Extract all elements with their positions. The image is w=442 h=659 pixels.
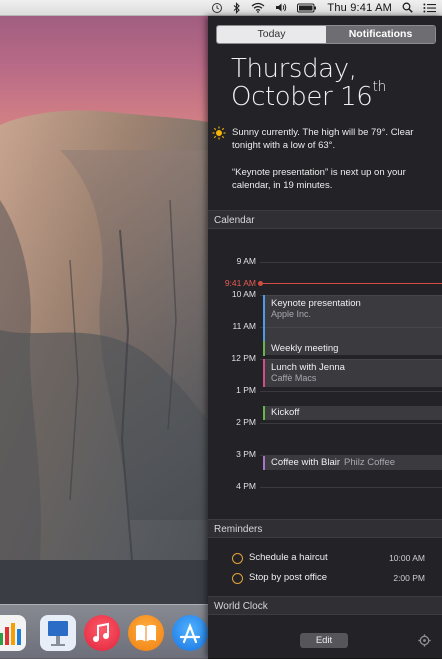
tab-today[interactable]: Today: [217, 26, 326, 43]
hour-line: [260, 262, 442, 263]
next-event-summary: “Keynote presentation” is next up on you…: [232, 167, 406, 191]
hour-line: [260, 423, 442, 424]
spotlight-icon[interactable]: [402, 0, 413, 16]
dock: [0, 604, 208, 659]
event-title: Coffee with Blair: [271, 457, 340, 468]
date-suffix: th: [372, 79, 386, 95]
reminder-time: 10:00 AM: [389, 553, 425, 563]
notification-center-icon[interactable]: [423, 0, 436, 16]
calendar-event-kickoff[interactable]: Kickoff: [263, 406, 442, 420]
reminder-time: 2:00 PM: [393, 573, 425, 583]
sun-icon: [212, 126, 226, 140]
keynote-glyph: [48, 621, 68, 646]
current-time-dot: [258, 281, 263, 286]
date-month-day-text: October 16: [231, 82, 373, 112]
book-glyph: [136, 624, 156, 642]
current-time-label: 9:41 AM: [224, 278, 256, 288]
gear-icon[interactable]: [418, 634, 431, 647]
itunes-icon[interactable]: [84, 615, 120, 651]
app-store-icon[interactable]: [172, 615, 208, 651]
reminder-checkbox[interactable]: [232, 553, 243, 564]
event-location: Apple Inc.: [271, 309, 312, 319]
reminder-item: Schedule a haircut 10:00 AM: [208, 550, 442, 568]
date-weekday: Thursday,: [231, 54, 357, 84]
event-title: Keynote presentation: [271, 298, 361, 309]
calendar-event-lunch[interactable]: Lunch with Jenna Caffè Macs: [263, 359, 442, 387]
hour-label: 10 AM: [231, 289, 256, 299]
hour-label: 9 AM: [236, 256, 256, 266]
menubar-clock[interactable]: Thu 9:41 AM: [327, 0, 392, 16]
event-title: Weekly meeting: [271, 343, 339, 354]
hour-label: 12 PM: [231, 353, 256, 363]
event-location: Philz Coffee: [344, 457, 396, 468]
hour-label: 4 PM: [236, 481, 256, 491]
battery-icon[interactable]: [297, 0, 317, 16]
numbers-bars: [0, 623, 21, 645]
bluetooth-icon[interactable]: [233, 0, 241, 16]
calendar-section-header[interactable]: Calendar: [208, 210, 442, 229]
hour-label: 1 PM: [236, 385, 256, 395]
reminders-section-header[interactable]: Reminders: [208, 519, 442, 538]
reminder-title: Stop by post office: [249, 572, 327, 583]
volume-icon[interactable]: [275, 0, 287, 16]
desktop-wallpaper: [0, 0, 208, 658]
ibooks-icon[interactable]: [128, 615, 164, 651]
reminder-item: Stop by post office 2:00 PM: [208, 570, 442, 588]
hour-line: [260, 391, 442, 392]
notification-center-panel: Today Notifications Thursday, October 16…: [208, 16, 442, 658]
calendar-event-coffee[interactable]: Coffee with Blair Philz Coffee: [263, 456, 442, 470]
event-location: Caffè Macs: [271, 373, 317, 383]
event-title: Kickoff: [271, 407, 300, 418]
world-clock-section-header[interactable]: World Clock: [208, 596, 442, 615]
time-machine-icon[interactable]: [211, 0, 223, 16]
app-store-glyph: [179, 622, 201, 644]
keynote-icon[interactable]: [40, 615, 76, 651]
menu-bar: Thu 9:41 AM: [0, 0, 442, 16]
weather-summary: Sunny currently. The high will be 79°. C…: [232, 127, 414, 151]
wallpaper-image: [0, 110, 208, 658]
hour-line: [260, 487, 442, 488]
music-note: [93, 622, 109, 642]
reminder-checkbox[interactable]: [232, 573, 243, 584]
numbers-icon[interactable]: [0, 615, 26, 651]
segmented-tabs: Today Notifications: [216, 25, 436, 44]
hour-label: 11 AM: [232, 321, 256, 331]
reminder-title: Schedule a haircut: [249, 552, 328, 563]
hour-label: 2 PM: [236, 417, 256, 427]
hour-label: 3 PM: [236, 449, 256, 459]
calendar-event-weekly-meeting[interactable]: Weekly meeting: [263, 341, 442, 356]
event-title: Lunch with Jenna: [271, 362, 345, 373]
edit-button[interactable]: Edit: [300, 633, 348, 648]
tab-notifications[interactable]: Notifications: [326, 26, 435, 43]
current-time-line: [260, 283, 442, 284]
date-month-day: October 16th: [231, 79, 386, 112]
wifi-icon[interactable]: [251, 0, 265, 16]
